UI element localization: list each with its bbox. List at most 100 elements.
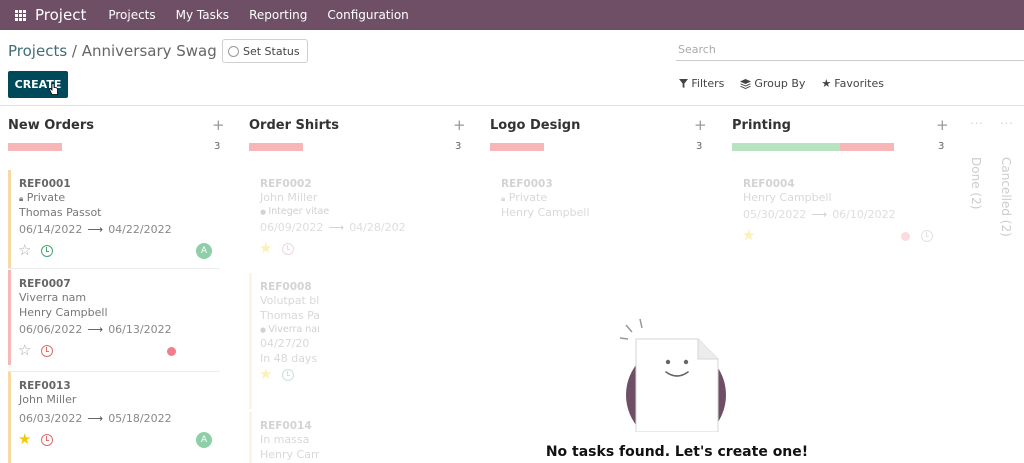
task-name: In massa [260, 433, 310, 446]
arrow-right-icon: ⟶ [811, 208, 828, 221]
task-ref: REF0003 [501, 178, 553, 190]
arrow-right-icon: ⟶ [87, 223, 104, 236]
filters-button[interactable]: Filters [679, 77, 724, 90]
activity-clock-icon[interactable] [282, 369, 294, 381]
breadcrumb-current: Anniversary Swag [81, 42, 217, 60]
group-by-button[interactable]: Group By [740, 77, 805, 90]
activity-clock-icon[interactable] [282, 243, 294, 255]
menu-configuration[interactable]: Configuration [317, 8, 418, 22]
progress-bar [490, 143, 544, 151]
arrow-right-icon: ⟶ [87, 323, 104, 336]
column-menu-icon[interactable]: ··· [992, 117, 1022, 130]
task-tag: Viverra nam [260, 324, 319, 335]
task-assignee: Thomas Passot [19, 206, 102, 219]
task-assignee: Henry Camp [260, 448, 319, 461]
activity-clock-icon[interactable] [41, 345, 53, 357]
breadcrumb-separator: / [67, 42, 82, 60]
add-task-icon[interactable]: + [453, 116, 466, 134]
apps-menu-icon[interactable] [0, 0, 26, 30]
task-card[interactable]: REF0013 John Miller 06/03/2022 ⟶ 05/18/202… [8, 372, 220, 463]
task-dates: 06/03/2022 ⟶ 05/18/2022 [19, 412, 172, 425]
folded-column-label: Done (2) [969, 157, 983, 210]
arrow-right-icon: ⟶ [328, 221, 345, 234]
priority-star-icon[interactable]: ★ [742, 228, 755, 243]
empty-state-illustration [619, 318, 726, 432]
task-deadline-note: In 48 days [260, 352, 318, 365]
folded-column-done[interactable]: ··· Done (2) [962, 107, 992, 463]
add-task-icon[interactable]: + [212, 116, 225, 134]
priority-star-icon[interactable]: ★ [259, 241, 272, 256]
favorites-button[interactable]: ★ Favorites [821, 77, 884, 90]
lock-icon: 🔒︎ [19, 194, 24, 203]
layers-icon [740, 78, 752, 89]
task-card[interactable]: REF0014 In massa Henry Camp [249, 412, 319, 463]
set-status-label: Set Status [243, 44, 300, 58]
activity-clock-icon[interactable] [41, 434, 53, 446]
kanban-column-new-orders: New Orders + 3 REF0001 🔒︎ Private Thomas… [0, 107, 234, 463]
priority-star-icon[interactable]: ★ [18, 432, 31, 447]
folded-column-label: Cancelled (2) [999, 157, 1013, 237]
kanban-column-printing: Printing + 3 REF0004 Henry Campbell 05/3… [724, 107, 958, 463]
task-ref: REF0007 [19, 278, 71, 290]
avatar[interactable]: A [196, 243, 212, 259]
priority-star-icon[interactable]: ☆ [18, 343, 31, 358]
column-title: Order Shirts [249, 118, 339, 133]
breadcrumb-projects-link[interactable]: Projects [8, 42, 67, 60]
folded-column-cancelled[interactable]: ··· Cancelled (2) [992, 107, 1022, 463]
task-ref: REF0013 [19, 380, 71, 392]
task-card[interactable]: REF0002 John Miller Integer vitae 06/09/… [249, 170, 461, 270]
create-button[interactable]: CREATE [8, 71, 68, 98]
activity-clock-icon[interactable] [41, 245, 53, 257]
menu-projects[interactable]: Projects [98, 8, 165, 22]
column-count: 3 [938, 141, 945, 152]
task-card[interactable]: REF0004 Henry Campbell 05/30/2022 ⟶ 06/10/… [732, 170, 944, 250]
priority-star-icon[interactable]: ☆ [18, 243, 31, 258]
breadcrumb: Projects / Anniversary Swag [8, 42, 217, 60]
column-count: 3 [455, 141, 462, 152]
task-name: Volutpat blandi [260, 294, 319, 307]
column-title: New Orders [8, 118, 94, 133]
task-ref: REF0004 [743, 178, 795, 190]
add-task-icon[interactable]: + [694, 116, 707, 134]
empty-state-message: No tasks found. Let's create one! [545, 444, 809, 460]
progress-bar [8, 143, 62, 151]
group-by-label: Group By [754, 77, 806, 90]
task-name: Viverra nam [19, 291, 87, 304]
filters-label: Filters [691, 77, 725, 90]
private-label: 🔒︎ Private [501, 191, 548, 204]
task-card[interactable]: REF0003 🔒︎ Private Henry Campbell [490, 170, 702, 230]
task-assignee: Thomas Pass [260, 309, 319, 322]
status-dot[interactable] [901, 232, 910, 241]
status-dot[interactable] [167, 347, 176, 356]
task-ref: REF0008 [260, 281, 312, 293]
task-dates: 06/09/2022 ⟶ 04/28/202 [260, 221, 406, 234]
priority-star-icon[interactable]: ★ [259, 367, 272, 382]
task-card[interactable]: REF0007 Viverra nam Henry Campbell 06/06… [8, 270, 220, 365]
control-panel: Projects / Anniversary Swag Set Status S… [0, 30, 1024, 106]
progress-bar-done [732, 143, 840, 151]
search-tools: Filters Group By ★ Favorites [679, 77, 884, 90]
task-dates: 04/27/20 [260, 337, 310, 350]
task-assignee: Henry Campbell [743, 191, 832, 204]
avatar[interactable]: A [196, 432, 212, 448]
task-name: John Miller [19, 393, 77, 406]
menu-my-tasks[interactable]: My Tasks [166, 8, 239, 22]
column-menu-icon[interactable]: ··· [962, 117, 992, 130]
task-tag: Integer vitae [260, 206, 461, 217]
add-task-icon[interactable]: + [936, 116, 949, 134]
progress-bar-blocked [840, 143, 894, 151]
search-input[interactable]: Search [676, 39, 1024, 61]
task-ref: REF0002 [260, 178, 312, 190]
task-card[interactable]: REF0001 🔒︎ Private Thomas Passot 06/14/2… [8, 170, 220, 268]
task-name: John Miller [260, 191, 318, 204]
status-circle-icon [228, 45, 239, 57]
private-label: 🔒︎ Private [19, 191, 66, 204]
task-ref: REF0014 [260, 420, 312, 432]
set-status-button[interactable]: Set Status [222, 39, 308, 63]
task-card[interactable]: REF0008 Volutpat blandi Thomas Pass Vive… [249, 273, 319, 409]
activity-clock-icon[interactable] [921, 230, 933, 242]
task-assignee: Henry Campbell [19, 306, 108, 319]
app-brand[interactable]: Project [35, 6, 86, 24]
menu-reporting[interactable]: Reporting [239, 8, 317, 22]
star-icon: ★ [821, 77, 832, 90]
